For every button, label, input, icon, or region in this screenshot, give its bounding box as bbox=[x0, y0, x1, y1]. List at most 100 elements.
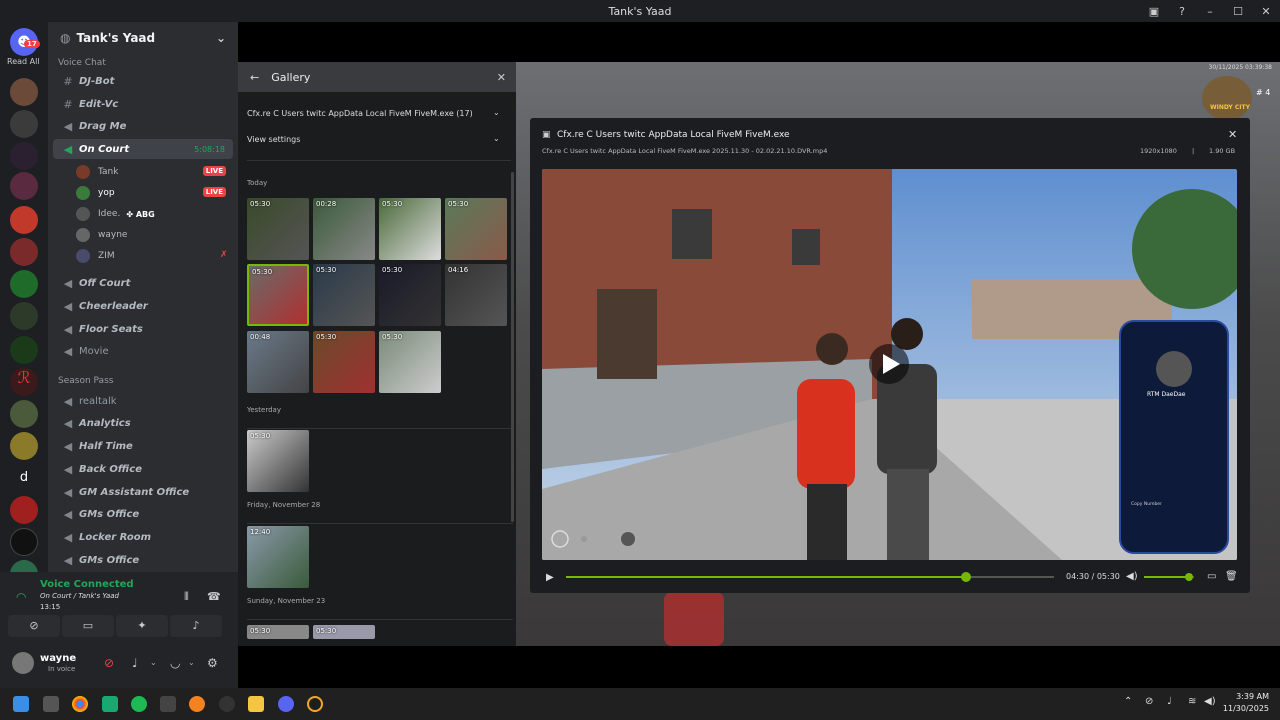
server-icon[interactable]: ℛ bbox=[10, 368, 38, 396]
volume-track[interactable] bbox=[1144, 573, 1194, 581]
clip-thumbnail[interactable]: 05:30 bbox=[313, 625, 375, 639]
volume-handle[interactable] bbox=[1185, 573, 1193, 581]
play-icon[interactable]: ▶ bbox=[546, 572, 554, 583]
server-icon[interactable] bbox=[10, 238, 38, 266]
chrome-icon[interactable] bbox=[72, 696, 88, 712]
clip-thumbnail[interactable]: 12:40 bbox=[247, 526, 309, 588]
voice-user[interactable]: wayne bbox=[76, 225, 127, 245]
soundboard-button[interactable]: ♪ bbox=[170, 615, 222, 637]
channel-gms-office-2[interactable]: ◀ GMs Office bbox=[53, 550, 233, 570]
clip-thumbnail[interactable]: 05:30 bbox=[379, 264, 441, 326]
close-button[interactable]: ✕ bbox=[1252, 5, 1280, 18]
channel-cheerleader[interactable]: ◀ Cheerleader bbox=[53, 296, 233, 316]
app-icon[interactable] bbox=[102, 696, 118, 712]
camera-off-button[interactable]: ⊘ bbox=[8, 615, 60, 637]
trash-icon[interactable]: 🗑 bbox=[1225, 571, 1238, 582]
screen-share-button[interactable]: ▭ bbox=[62, 615, 114, 637]
channel-realtalk[interactable]: ◀ realtalk bbox=[53, 391, 233, 411]
server-icon[interactable] bbox=[10, 270, 38, 298]
xbox-icon[interactable] bbox=[160, 696, 176, 712]
clip-thumbnail[interactable]: 05:30 bbox=[247, 198, 309, 260]
activities-button[interactable]: ✦ bbox=[116, 615, 168, 637]
maximize-button[interactable]: ☐ bbox=[1224, 5, 1252, 18]
channel-analytics[interactable]: ◀ Analytics bbox=[53, 413, 233, 433]
settings-gear-icon[interactable]: ⚙ bbox=[207, 656, 218, 670]
microphone-icon[interactable]: ♩ bbox=[1167, 696, 1172, 707]
channel-gms-office[interactable]: ◀ GMs Office bbox=[53, 504, 233, 524]
microphone-icon[interactable]: ♩ bbox=[132, 656, 138, 670]
voice-user[interactable]: Tank bbox=[76, 162, 118, 182]
folder-icon[interactable]: ▭ bbox=[1207, 571, 1216, 582]
progress-handle[interactable] bbox=[961, 572, 972, 582]
wifi-icon[interactable]: ≋ bbox=[1188, 696, 1196, 707]
voice-status[interactable]: Voice Connected bbox=[40, 579, 134, 590]
voice-user[interactable]: yop bbox=[76, 183, 115, 203]
clip-thumbnail[interactable]: 05:30 bbox=[313, 331, 375, 393]
chevron-down-icon[interactable]: ⌄ bbox=[493, 108, 500, 117]
server-icon[interactable] bbox=[10, 496, 38, 524]
volume-icon[interactable]: ◀) bbox=[1204, 696, 1216, 707]
read-all-link[interactable]: Read All bbox=[7, 57, 40, 66]
server-icon[interactable] bbox=[10, 528, 38, 556]
close-icon[interactable]: ✕ bbox=[497, 71, 506, 84]
clip-thumbnail[interactable]: 05:30 bbox=[313, 264, 375, 326]
category-voice-chat[interactable]: Voice Chat bbox=[58, 58, 106, 68]
stream-off-icon[interactable]: ⊘ bbox=[104, 656, 114, 670]
fivem-icon[interactable] bbox=[307, 696, 323, 712]
clip-thumbnail[interactable]: 05:30 bbox=[379, 331, 441, 393]
start-icon[interactable] bbox=[13, 696, 29, 712]
category-season-pass[interactable]: Season Pass bbox=[58, 376, 113, 386]
file-explorer-icon[interactable] bbox=[248, 696, 264, 712]
server-icon[interactable] bbox=[10, 78, 38, 106]
server-letter-icon[interactable]: d bbox=[10, 464, 38, 492]
video-frame[interactable]: RTM DaeDae Copy Number bbox=[542, 169, 1237, 560]
channel-off-court[interactable]: ◀ Off Court bbox=[53, 273, 233, 293]
channel-drag-me[interactable]: ◀ Drag Me bbox=[53, 116, 233, 136]
spotify-icon[interactable] bbox=[131, 696, 147, 712]
server-icon[interactable] bbox=[10, 400, 38, 428]
clip-thumbnail[interactable]: 05:30 bbox=[445, 198, 507, 260]
server-icon[interactable] bbox=[10, 336, 38, 364]
chevron-down-icon[interactable]: ⌄ bbox=[150, 658, 157, 667]
clip-thumbnail[interactable]: 00:48 bbox=[247, 331, 309, 393]
voice-location[interactable]: On Court / Tank's Yaad bbox=[40, 592, 119, 600]
avatar[interactable] bbox=[12, 652, 34, 674]
server-icon[interactable] bbox=[10, 172, 38, 200]
scrollbar[interactable] bbox=[511, 172, 514, 522]
volume-icon[interactable]: ◀) bbox=[1126, 571, 1138, 582]
steam-icon[interactable] bbox=[219, 696, 235, 712]
server-icon[interactable] bbox=[10, 302, 38, 330]
channel-floor-seats[interactable]: ◀ Floor Seats bbox=[53, 319, 233, 339]
voice-user[interactable]: Idee. ✤ ABG bbox=[76, 204, 155, 224]
server-header[interactable]: ◍ Tank's Yaad ⌄ bbox=[48, 22, 238, 54]
back-arrow-icon[interactable]: ← bbox=[250, 71, 259, 84]
inbox-icon[interactable]: ▣ bbox=[1140, 5, 1168, 18]
close-icon[interactable]: ✕ bbox=[1228, 128, 1237, 141]
channel-locker-room[interactable]: ◀ Locker Room bbox=[53, 527, 233, 547]
server-icon[interactable] bbox=[10, 110, 38, 138]
disconnect-icon[interactable]: ☎ bbox=[207, 590, 221, 603]
clip-thumbnail[interactable]: 05:30 bbox=[247, 625, 309, 639]
server-icon[interactable] bbox=[10, 432, 38, 460]
channel-on-court[interactable]: ◀ On Court 5:08:18 bbox=[53, 139, 233, 159]
channel-dj-bot[interactable]: # DJ-Bot bbox=[53, 71, 233, 91]
clip-thumbnail-selected[interactable]: 05:30 bbox=[247, 264, 309, 326]
headphones-icon[interactable]: ◡ bbox=[170, 656, 180, 670]
channel-half-time[interactable]: ◀ Half Time bbox=[53, 436, 233, 456]
discord-icon[interactable] bbox=[278, 696, 294, 712]
clock-date[interactable]: 11/30/2025 bbox=[1220, 704, 1269, 713]
server-icon[interactable] bbox=[10, 142, 38, 170]
clip-thumbnail[interactable]: 05:30 bbox=[247, 430, 309, 492]
notifications-off-icon[interactable]: ⊘ bbox=[1145, 696, 1153, 707]
server-icon[interactable] bbox=[10, 206, 38, 234]
clip-thumbnail[interactable]: 00:28 bbox=[313, 198, 375, 260]
channel-edit-vc[interactable]: # Edit-Vc bbox=[53, 94, 233, 114]
channel-back-office[interactable]: ◀ Back Office bbox=[53, 459, 233, 479]
clip-thumbnail[interactable]: 04:16 bbox=[445, 264, 507, 326]
help-icon[interactable]: ? bbox=[1168, 5, 1196, 18]
chevron-down-icon[interactable]: ⌄ bbox=[493, 134, 500, 143]
clock-time[interactable]: 3:39 AM bbox=[1225, 692, 1269, 701]
progress-track[interactable] bbox=[566, 572, 1054, 582]
source-dropdown[interactable]: Cfx.re C Users twitc AppData Local FiveM… bbox=[247, 109, 473, 118]
chevron-down-icon[interactable]: ⌄ bbox=[188, 658, 195, 667]
